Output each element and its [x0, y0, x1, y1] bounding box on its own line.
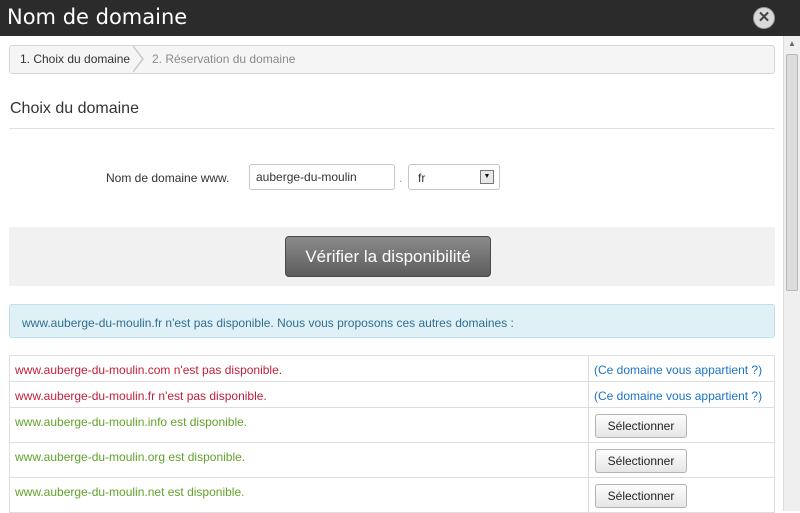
owner-claim-link[interactable]: (Ce domaine vous appartient ?): [594, 363, 762, 377]
tld-separator: .: [399, 171, 403, 185]
select-domain-button[interactable]: Sélectionner: [595, 449, 687, 473]
section-title: Choix du domaine: [10, 100, 139, 117]
result-text: www.auberge-du-moulin.net est disponible…: [15, 485, 245, 499]
breadcrumb-step-reservation[interactable]: 2. Réservation du domaine: [152, 46, 295, 73]
window-title: Nom de domaine: [7, 5, 188, 29]
select-domain-button[interactable]: Sélectionner: [595, 484, 687, 508]
owner-claim-link[interactable]: (Ce domaine vous appartient ?): [594, 389, 762, 403]
close-icon[interactable]: ✕: [753, 7, 775, 29]
tld-value: fr: [418, 171, 426, 185]
table-row: www.auberge-du-moulin.info est disponibl…: [9, 408, 775, 443]
tld-select[interactable]: fr ▼: [408, 164, 500, 190]
result-text: www.auberge-du-moulin.info est disponibl…: [15, 415, 248, 429]
scroll-thumb[interactable]: [786, 54, 798, 291]
result-text: www.auberge-du-moulin.com n'est pas disp…: [15, 363, 283, 377]
chevron-down-icon[interactable]: ▼: [480, 170, 494, 184]
arrow-up-icon[interactable]: ▲: [784, 36, 800, 52]
table-row: www.auberge-du-moulin.fr n'est pas dispo…: [9, 382, 775, 408]
domain-label: Nom de domaine www.: [106, 171, 230, 185]
result-action-cell: Sélectionner: [588, 478, 775, 512]
select-domain-button[interactable]: Sélectionner: [595, 414, 687, 438]
scrollbar[interactable]: ▲: [783, 36, 800, 511]
result-text: www.auberge-du-moulin.fr n'est pas dispo…: [15, 389, 267, 403]
domain-input[interactable]: [249, 164, 395, 190]
result-text: www.auberge-du-moulin.org est disponible…: [15, 450, 246, 464]
results-table: www.auberge-du-moulin.com n'est pas disp…: [9, 355, 775, 513]
verify-availability-button[interactable]: Vérifier la disponibilité: [285, 236, 491, 277]
result-action-cell: (Ce domaine vous appartient ?): [588, 356, 775, 381]
table-row: www.auberge-du-moulin.org est disponible…: [9, 443, 775, 478]
title-bar: Nom de domaine ✕: [0, 0, 800, 36]
breadcrumb-step-choice[interactable]: 1. Choix du domaine: [10, 46, 134, 73]
breadcrumb: 1. Choix du domaine 2. Réservation du do…: [9, 45, 775, 74]
result-action-cell: Sélectionner: [588, 443, 775, 477]
result-action-cell: (Ce domaine vous appartient ?): [588, 382, 775, 407]
table-row: www.auberge-du-moulin.com n'est pas disp…: [9, 356, 775, 382]
info-message-box: www.auberge-du-moulin.fr n'est pas dispo…: [9, 304, 775, 338]
section-divider: [9, 128, 775, 129]
result-action-cell: Sélectionner: [588, 408, 775, 442]
table-row: www.auberge-du-moulin.net est disponible…: [9, 478, 775, 513]
info-message: www.auberge-du-moulin.fr n'est pas dispo…: [22, 316, 514, 330]
breadcrumb-separator: [132, 45, 144, 73]
